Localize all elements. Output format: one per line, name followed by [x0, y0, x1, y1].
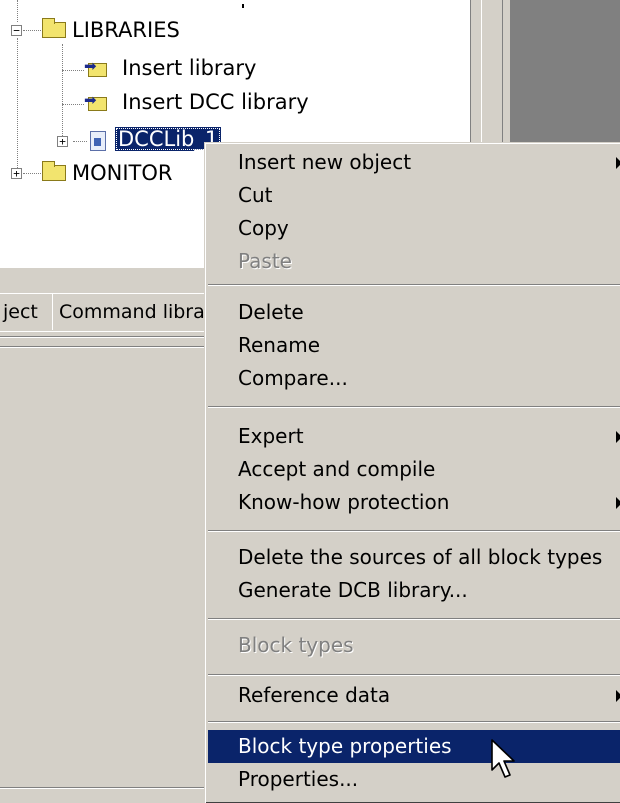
menu-item-label: Paste [238, 249, 292, 273]
menu-item-label: Block type properties [238, 734, 452, 758]
menu-item-cut[interactable]: Cut [208, 179, 620, 212]
tree-line [62, 70, 84, 71]
tree-line [17, 38, 18, 174]
menu-item-label: Generate DCB library... [238, 578, 468, 602]
divider [0, 787, 210, 789]
folder-icon [42, 18, 66, 38]
library-icon [90, 131, 106, 151]
menu-item-label: Properties... [238, 767, 359, 791]
menu-item-properties[interactable]: Properties... [208, 763, 620, 796]
submenu-arrow-icon [616, 157, 620, 169]
menu-item-label: Delete [238, 300, 304, 324]
workspace-background [510, 0, 620, 150]
collapse-toggle[interactable]: − [11, 25, 22, 36]
lower-panel [0, 331, 210, 795]
tab-command-library[interactable]: Command libra [52, 293, 226, 330]
tab-label: Command libra [59, 301, 205, 323]
menu-item-label: Copy [238, 216, 289, 240]
folder-icon [42, 161, 66, 181]
tree-item-label: LIBRARIES [72, 18, 180, 42]
submenu-arrow-icon [616, 431, 620, 443]
menu-item-compare[interactable]: Compare... [208, 362, 620, 395]
menu-separator [208, 530, 620, 532]
menu-item-block-types: Block types [208, 629, 620, 662]
text-fragment [242, 4, 244, 8]
tree-line [73, 141, 87, 142]
tree-item-libraries[interactable]: LIBRARIES [72, 15, 180, 45]
insert-dcc-library-icon: ➡ [84, 92, 108, 112]
tree-line [23, 173, 41, 174]
menu-item-generate-dcb-library[interactable]: Generate DCB library... [208, 574, 620, 607]
menu-separator [208, 406, 620, 408]
menu-item-label: Reference data [238, 683, 391, 707]
menu-item-insert-new-object[interactable]: Insert new object [208, 146, 620, 179]
tree-line [62, 104, 84, 105]
menu-item-label: Compare... [238, 366, 348, 390]
menu-item-delete[interactable]: Delete [208, 296, 620, 329]
scrollbar[interactable] [481, 0, 503, 150]
menu-item-label: Rename [238, 333, 321, 357]
menu-separator [208, 721, 620, 723]
menu-item-block-type-properties[interactable]: Block type properties [208, 730, 620, 763]
menu-separator [208, 618, 620, 620]
tree-line [62, 44, 63, 144]
menu-item-rename[interactable]: Rename [208, 329, 620, 362]
tree-item-label: Insert library [122, 56, 257, 80]
menu-item-reference-data[interactable]: Reference data [208, 679, 620, 712]
tree-item-label: MONITOR [72, 161, 173, 185]
menu-item-label: Cut [238, 183, 273, 207]
menu-item-paste: Paste [208, 245, 620, 278]
menu-item-accept-and-compile[interactable]: Accept and compile [208, 453, 620, 486]
divider [0, 336, 210, 338]
tree-item-insert-dcc-library[interactable]: Insert DCC library [122, 87, 309, 117]
menu-item-label: Expert [238, 424, 304, 448]
menu-item-copy[interactable]: Copy [208, 212, 620, 245]
tree-item-monitor[interactable]: MONITOR [72, 158, 173, 188]
menu-item-label: Insert new object [238, 150, 412, 174]
submenu-arrow-icon [616, 690, 620, 702]
arrow-cursor-icon [491, 739, 515, 778]
menu-item-expert[interactable]: Expert [208, 420, 620, 453]
tree-item-insert-library[interactable]: Insert library [122, 53, 256, 83]
tab-strip: ject Command libra [0, 293, 226, 331]
menu-item-label: Delete the sources of all block types [238, 545, 603, 569]
menu-separator [208, 674, 620, 676]
context-menu: Insert new object Cut Copy Paste Delete … [204, 142, 620, 803]
tab-label: ject [3, 301, 38, 323]
divider [0, 346, 210, 348]
menu-item-label: Accept and compile [238, 457, 436, 481]
tab-object[interactable]: ject [0, 293, 56, 330]
expand-toggle[interactable]: + [11, 168, 22, 179]
submenu-arrow-icon [616, 497, 620, 509]
menu-item-label: Block types [238, 633, 354, 657]
tree-item-label: Insert DCC library [122, 90, 309, 114]
tree-line [23, 30, 41, 31]
menu-item-label: Know-how protection [238, 490, 450, 514]
menu-item-delete-sources[interactable]: Delete the sources of all block types [208, 541, 620, 574]
menu-item-know-how-protection[interactable]: Know-how protection [208, 486, 620, 519]
expand-toggle[interactable]: + [57, 136, 68, 147]
tree-line [17, 0, 18, 22]
insert-library-icon: ➡ [84, 58, 108, 78]
menu-separator [208, 284, 620, 286]
